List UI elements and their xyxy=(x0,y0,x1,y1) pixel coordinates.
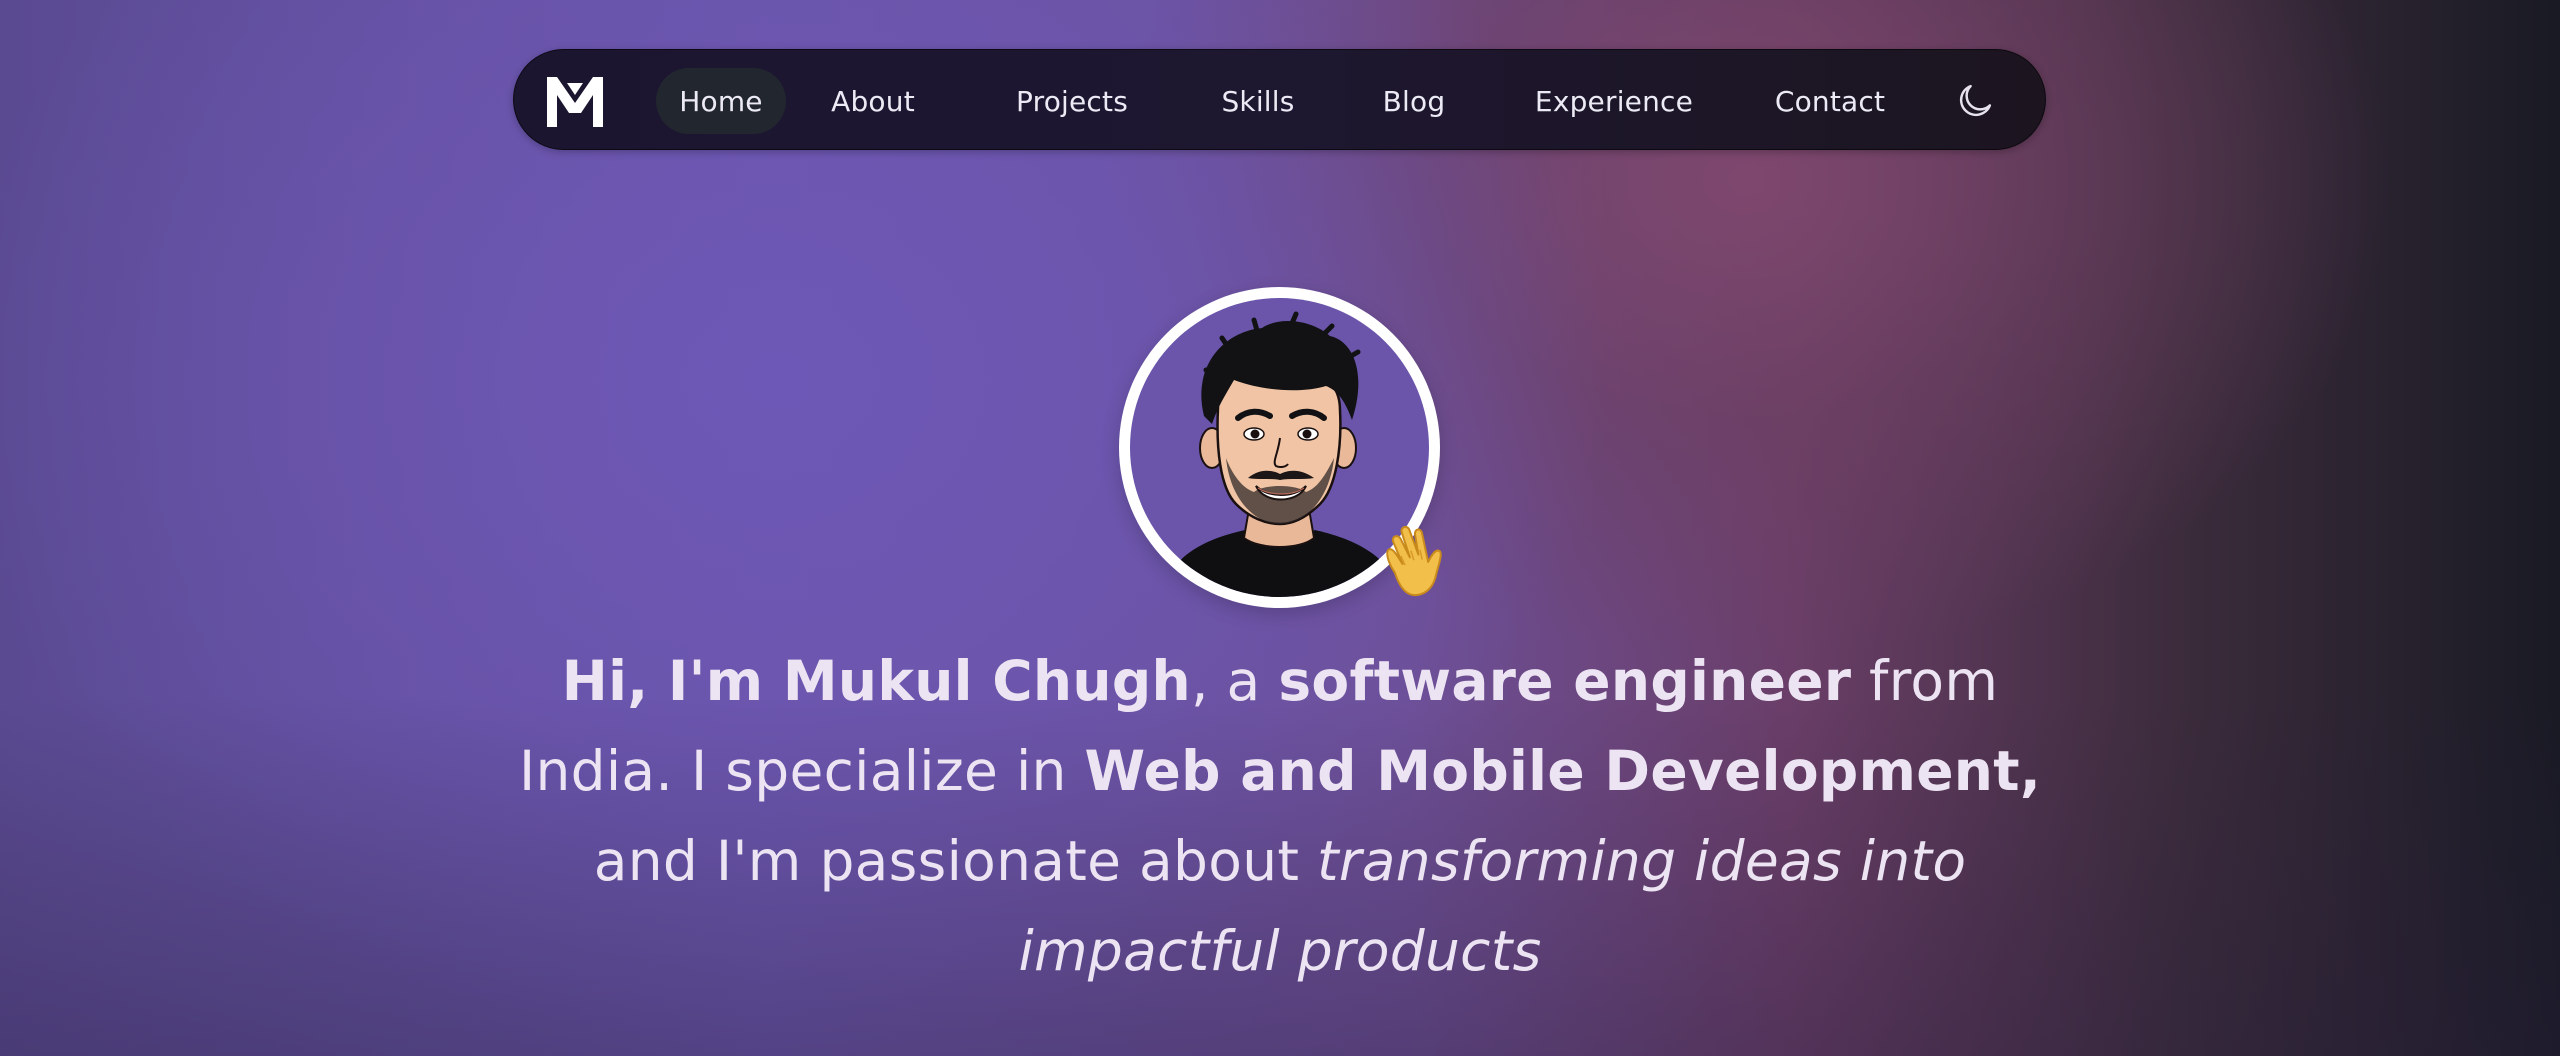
nav-item-experience[interactable]: Experience xyxy=(1519,68,1709,134)
profile-avatar xyxy=(1119,287,1442,608)
waving-hand-icon xyxy=(1386,525,1442,597)
hero-line-1: Hi, I'm Mukul Chugh, a software engineer… xyxy=(430,636,2130,726)
hero-from: from xyxy=(1851,649,1999,713)
hero-sep: , a xyxy=(1190,649,1279,713)
nav-item-home[interactable]: Home xyxy=(656,68,786,134)
hero-role: software engineer xyxy=(1278,649,1852,713)
nav-item-blog[interactable]: Blog xyxy=(1368,68,1460,134)
nav-item-contact[interactable]: Contact xyxy=(1760,68,1900,134)
hero-greeting: Hi, I'm Mukul Chugh xyxy=(561,649,1191,713)
hero-passion-a: transforming ideas into xyxy=(1317,829,1967,893)
hero-line-2: India. I specialize in Web and Mobile De… xyxy=(430,726,2130,816)
hero-line-3: and I'm passionate about transforming id… xyxy=(430,816,2130,906)
moon-icon[interactable] xyxy=(1954,80,1996,122)
hero-line-4: impactful products xyxy=(430,906,2130,996)
hero-intro: Hi, I'm Mukul Chugh, a software engineer… xyxy=(430,636,2130,996)
nav-item-about[interactable]: About xyxy=(818,68,928,134)
hero-country: India. I specialize in xyxy=(518,739,1085,803)
navbar: Home About Projects Skills Blog Experien… xyxy=(513,49,2046,150)
hero-specialty: Web and Mobile Development, xyxy=(1084,739,2042,803)
hero-passion-b: impactful products xyxy=(1018,919,1542,983)
nav-item-projects[interactable]: Projects xyxy=(1002,68,1142,134)
m-logo-icon[interactable] xyxy=(545,73,605,129)
hero-passion-prefix: and I'm passionate about xyxy=(593,829,1318,893)
nav-item-skills[interactable]: Skills xyxy=(1208,68,1308,134)
